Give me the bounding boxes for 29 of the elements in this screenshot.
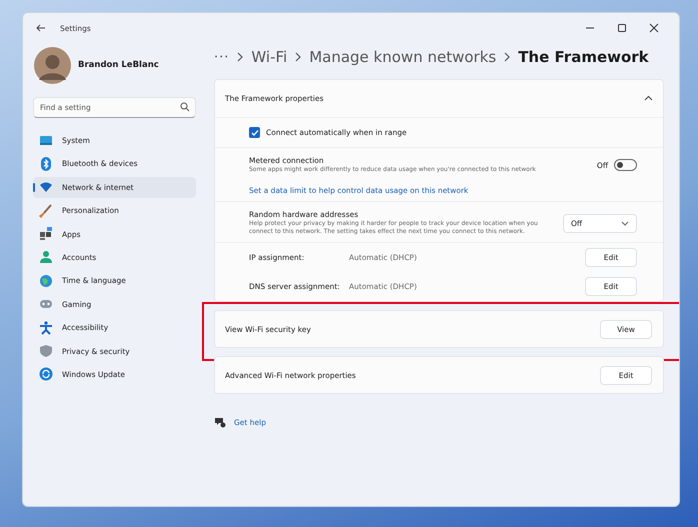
user-name: Brandon LeBlanc (78, 60, 159, 70)
shield-icon (39, 344, 53, 358)
wifi-icon (39, 180, 53, 194)
globe-icon (39, 274, 53, 288)
brush-icon (39, 204, 53, 218)
maximize-icon[interactable] (617, 23, 627, 33)
search-icon (180, 102, 190, 112)
help-chat-icon (214, 416, 226, 428)
collapse-icon[interactable] (644, 95, 653, 102)
toggle-switch[interactable] (614, 159, 637, 172)
breadcrumb-link[interactable]: Manage known networks (309, 48, 496, 66)
accessibility-icon (39, 320, 53, 335)
person-icon (39, 250, 53, 264)
monitor-icon (39, 134, 53, 148)
chevron-right-icon (504, 52, 510, 62)
chevron-right-icon (237, 52, 244, 62)
breadcrumb-link[interactable]: Wi-Fi (251, 48, 288, 66)
checkbox[interactable] (249, 127, 260, 138)
chevron-down-icon (621, 220, 629, 226)
refresh-icon (39, 367, 53, 382)
app-grid-icon (39, 227, 53, 242)
selection-indicator (33, 182, 35, 192)
chevron-right-icon (295, 52, 302, 62)
page-title: The Framework (518, 48, 649, 66)
close-icon[interactable] (649, 23, 659, 33)
more-button[interactable]: ··· (214, 50, 230, 64)
back-icon[interactable] (35, 22, 46, 34)
avatar-icon (34, 46, 71, 84)
bluetooth-icon (39, 156, 53, 171)
